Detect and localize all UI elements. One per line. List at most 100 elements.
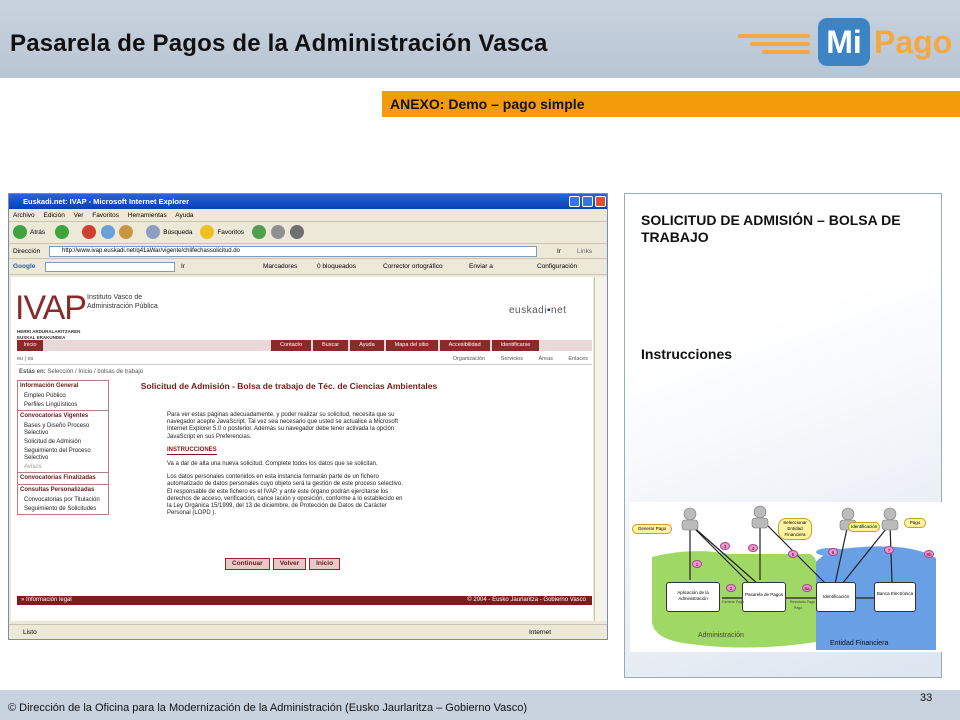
form-title: Solicitud de Admisión - Bolsa de trabajo… (140, 381, 438, 391)
language-switch[interactable]: eu | es (17, 356, 33, 362)
sidebar-heading: Convocatorias Finalizadas (18, 472, 108, 484)
tag-generar-pago: Generar Pago (632, 524, 672, 534)
logo-speed-line (738, 34, 810, 38)
search-icon[interactable] (146, 225, 161, 240)
step-8b: 8b (924, 550, 934, 558)
sidebar-item[interactable]: Convocatorias por Titulación (18, 496, 108, 505)
menu-edicion[interactable]: Edición (44, 212, 65, 219)
blocked-popups[interactable]: 0 bloqueados (317, 259, 356, 275)
vertical-scrollbar[interactable] (594, 277, 607, 621)
close-icon[interactable] (595, 196, 606, 207)
subnav-servicios[interactable]: Servicios (501, 356, 523, 362)
browser-window: Euskadi.net: IVAP - Microsoft Internet E… (8, 193, 608, 640)
address-input[interactable]: http://www.ivap.euskadi.net/q41aWar/vige… (49, 246, 537, 257)
sidebar-item[interactable]: Seguimiento de Solicitudes (18, 505, 108, 514)
sidebar-item[interactable]: Solicitud de Admisión (18, 438, 108, 447)
favorites-icon[interactable] (200, 225, 215, 240)
mail-icon[interactable] (270, 225, 285, 240)
stop-icon[interactable] (81, 225, 96, 240)
sidebar-item[interactable]: Perfiles Lingüísticos (18, 401, 108, 410)
maximize-icon[interactable] (582, 196, 593, 207)
menu-bar: Archivo Edición Ver Favoritos Herramient… (9, 209, 607, 222)
top-nav: Contacto Buscar Ayuda Mapa del sitio Acc… (269, 340, 540, 351)
legal-link[interactable]: » Información legal (21, 597, 72, 603)
google-search-input[interactable] (45, 262, 175, 272)
nav-buscar[interactable]: Buscar (313, 340, 349, 351)
sidebar-item[interactable]: Empleo Público (18, 392, 108, 401)
sidebar-item[interactable]: Avisos (18, 463, 108, 472)
ivap-name-line: Instituto Vasco de (87, 294, 143, 301)
privacy-text: Los datos personales contenidos en esta … (167, 474, 403, 517)
euskadi-text: euskadi (509, 305, 547, 316)
instructions-text: Va a dar de alta una nueva solicitud. Co… (167, 461, 378, 468)
home-link[interactable]: Inicio (17, 340, 43, 351)
forward-icon[interactable] (54, 225, 69, 240)
ivap-logo: IVAP (15, 289, 87, 327)
breadcrumb-path[interactable]: Selección / Inicio / bolsas de trabajo (47, 369, 143, 375)
search-label[interactable]: Búsqueda (163, 229, 192, 236)
net-text: net (551, 305, 567, 316)
flow-resultado-pago: Resultado Pago (790, 600, 815, 604)
spellcheck-button[interactable]: Corrector ortográfico (383, 259, 443, 275)
subnav-organizacion[interactable]: Organización (453, 356, 485, 362)
sidebar-heading: Información General (20, 383, 79, 389)
back-label[interactable]: Atrás (30, 229, 45, 236)
back-button[interactable]: Volver (272, 558, 307, 570)
google-go[interactable]: Ir (181, 259, 185, 275)
panel-instructions: Instrucciones (641, 346, 733, 362)
menu-favoritos[interactable]: Favoritos (92, 212, 119, 219)
go-button[interactable]: Ir (557, 244, 561, 259)
sidebar-item[interactable]: Seguimiento del Proceso Selectivo (18, 447, 108, 463)
links-label[interactable]: Links (577, 244, 592, 259)
home-icon[interactable] (119, 225, 134, 240)
menu-herramientas[interactable]: Herramientas (128, 212, 167, 219)
start-button[interactable]: Inicio (309, 558, 341, 570)
browser-titlebar: Euskadi.net: IVAP - Microsoft Internet E… (9, 194, 607, 209)
sidebar-heading: Convocatorias Vigentes (18, 410, 108, 422)
status-text: Listo (23, 629, 37, 636)
sub-nav: eu | es Organización Servicios Áreas Enl… (17, 356, 592, 365)
breadcrumb: Estás en: Selección / Inicio / bolsas de… (19, 369, 143, 375)
address-label: Dirección (13, 248, 41, 255)
status-bar: Listo Internet (9, 624, 607, 639)
intro-text: Para ver estas páginas adecuadamente, y … (167, 412, 399, 440)
logo-speed-line (750, 42, 810, 46)
back-icon[interactable] (13, 225, 27, 240)
toolbar: Atrás Búsqueda Favoritos (9, 222, 607, 244)
menu-archivo[interactable]: Archivo (13, 212, 35, 219)
step-6: 6 (828, 548, 838, 556)
node-banca: Banca Electrónica (874, 582, 916, 612)
favorites-label[interactable]: Favoritos (217, 229, 244, 236)
subnav-areas[interactable]: Áreas (539, 356, 553, 362)
nav-accesibilidad[interactable]: Accesibilidad (439, 340, 490, 351)
send-to-button[interactable]: Enviar a (469, 259, 493, 275)
sidebar-item[interactable]: Bases y Diseño Proceso Selectivo (18, 422, 108, 438)
bookmarks-button[interactable]: Marcadores (263, 259, 297, 275)
node-pasarela: Pasarela de Pagos (742, 582, 786, 612)
step-4: 4 (748, 544, 758, 552)
region-entidad-financiera: Entidad Financiera (830, 640, 889, 647)
slide-footer: © Dirección de la Oficina para la Modern… (0, 690, 960, 720)
nav-identificarse[interactable]: Identificarse (491, 340, 540, 351)
address-bar: Dirección http://www.ivap.euskadi.net/q4… (9, 244, 607, 259)
nav-contacto[interactable]: Contacto (271, 340, 312, 351)
minimize-icon[interactable] (569, 196, 580, 207)
refresh-icon[interactable] (100, 225, 115, 240)
print-icon[interactable] (289, 225, 304, 240)
region-administracion: Administración (698, 632, 744, 639)
sub-nav-menus: Organización Servicios Áreas Enlaces (439, 356, 588, 362)
continue-button[interactable]: Continuar (225, 558, 270, 570)
step-7: 7 (884, 546, 894, 554)
nav-mapa[interactable]: Mapa del sitio (385, 340, 438, 351)
step-1: 1 (692, 560, 702, 568)
page-number: 33 (920, 692, 933, 704)
window-title: Euskadi.net: IVAP - Microsoft Internet E… (23, 197, 190, 206)
settings-button[interactable]: Configuración (537, 259, 577, 275)
history-icon[interactable] (251, 225, 266, 240)
subnav-enlaces[interactable]: Enlaces (568, 356, 588, 362)
menu-ayuda[interactable]: Ayuda (175, 212, 193, 219)
ivap-name-line: Administración Pública (87, 303, 158, 310)
nav-ayuda[interactable]: Ayuda (350, 340, 384, 351)
menu-ver[interactable]: Ver (74, 212, 84, 219)
node-aplicacion: Aplicación de la Administración (666, 582, 720, 612)
